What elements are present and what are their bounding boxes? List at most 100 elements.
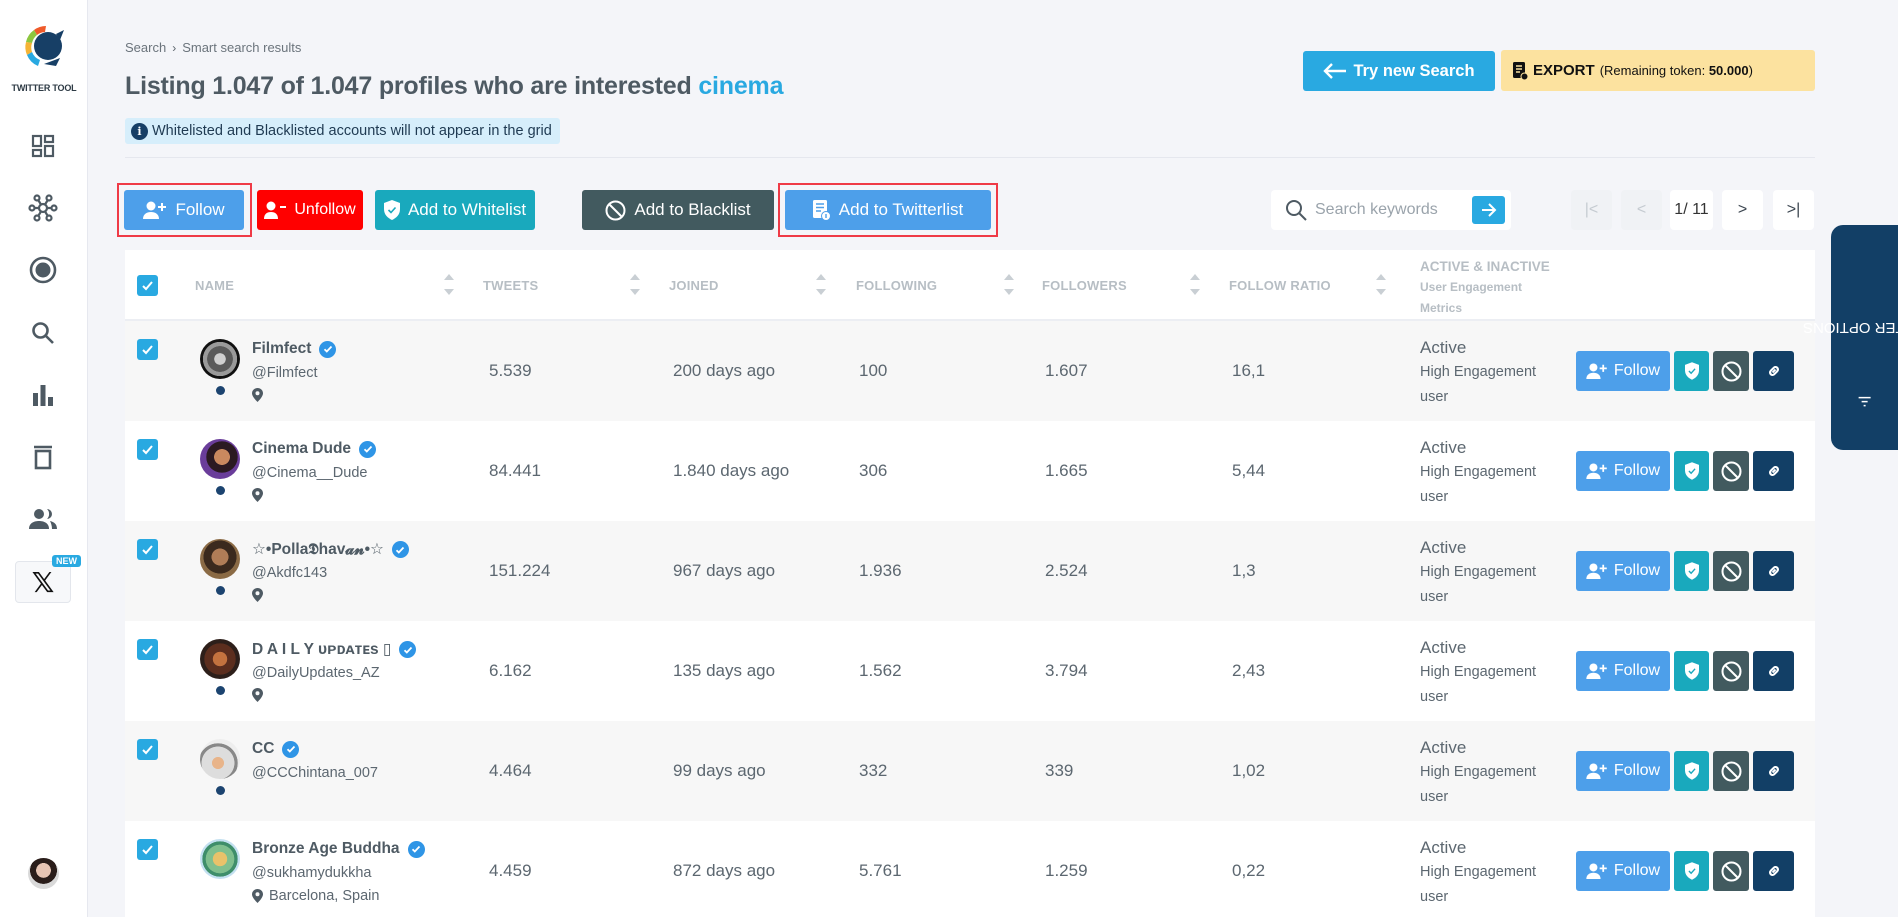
block-icon <box>1721 661 1741 681</box>
bulk-blacklist-button[interactable]: Add to Blacklist <box>582 190 774 230</box>
sort-followers-icon[interactable] <box>1189 272 1201 300</box>
profile-avatar[interactable] <box>200 839 240 879</box>
row-profile-link-button[interactable] <box>1753 651 1794 691</box>
cell-joined: 200 days ago <box>673 361 776 380</box>
row-follow-button[interactable]: Follow <box>1576 551 1670 591</box>
cell-joined: 99 days ago <box>673 761 766 780</box>
row-whitelist-button[interactable] <box>1674 551 1709 591</box>
profile-avatar[interactable] <box>200 339 240 379</box>
row-checkbox[interactable] <box>137 539 158 560</box>
try-new-search-button[interactable]: Try new Search <box>1303 51 1495 91</box>
check-icon <box>142 745 153 755</box>
col-followers: FOLLOWERS <box>1042 278 1127 293</box>
profile-handle[interactable]: @Filmfect <box>252 365 317 381</box>
export-button[interactable]: EXPORT (Remaining token: 50.000) <box>1501 50 1815 91</box>
row-whitelist-button[interactable] <box>1674 351 1709 391</box>
shield-check-icon <box>1684 762 1699 780</box>
col-name: NAME <box>195 278 235 293</box>
activity-status: Active <box>1420 538 1467 557</box>
row-follow-button[interactable]: Follow <box>1576 751 1670 791</box>
sidebar-item-search[interactable] <box>28 318 58 348</box>
row-checkbox[interactable] <box>137 439 158 460</box>
profile-handle[interactable]: @DailyUpdates_AZ <box>252 665 380 681</box>
col-following: FOLLOWING <box>856 278 938 293</box>
row-follow-button[interactable]: Follow <box>1576 651 1670 691</box>
sidebar-item-trash[interactable] <box>28 442 58 472</box>
row-whitelist-button[interactable] <box>1674 651 1709 691</box>
pagination-prev-button[interactable]: < <box>1621 190 1662 230</box>
bar-chart-icon <box>33 385 53 406</box>
block-icon <box>1721 861 1741 881</box>
row-profile-link-button[interactable] <box>1753 851 1794 891</box>
sidebar-item-analytics[interactable] <box>28 380 58 410</box>
search-keywords-input[interactable] <box>1315 201 1475 219</box>
select-all-checkbox[interactable] <box>137 275 158 296</box>
block-icon <box>1721 361 1741 381</box>
row-whitelist-button[interactable] <box>1674 751 1709 791</box>
row-follow-button[interactable]: Follow <box>1576 451 1670 491</box>
row-checkbox[interactable] <box>137 739 158 760</box>
sort-following-icon[interactable] <box>1003 272 1015 300</box>
sidebar-item-x[interactable]: 𝕏 <box>15 561 71 603</box>
profile-handle[interactable]: @Akdfc143 <box>252 565 327 581</box>
pagination-last-button[interactable]: >| <box>1773 190 1814 230</box>
profile-name[interactable]: CC <box>252 740 274 758</box>
profile-name[interactable]: Cinema Dude <box>252 440 351 458</box>
search-submit-button[interactable] <box>1472 196 1505 224</box>
breadcrumb-search[interactable]: Search <box>125 40 166 55</box>
row-blacklist-button[interactable] <box>1713 751 1749 791</box>
sidebar-item-record[interactable] <box>28 255 58 285</box>
table-row: Bronze Age Buddha @sukhamydukkha Barcelo… <box>125 821 1815 917</box>
sidebar-item-users[interactable] <box>28 504 58 534</box>
sidebar-item-network[interactable] <box>28 193 58 223</box>
filter-options-tab[interactable]: FILTER OPTIONS <box>1803 225 1898 450</box>
row-whitelist-button[interactable] <box>1674 851 1709 891</box>
sort-name-icon[interactable] <box>443 272 455 300</box>
table-row: CC @CCChintana_007 4.464 99 days ago 332… <box>125 721 1815 821</box>
app-logo-icon[interactable] <box>20 22 68 70</box>
profile-avatar[interactable] <box>200 439 240 479</box>
profile-handle[interactable]: @sukhamydukkha <box>252 865 372 881</box>
bulk-follow-button[interactable]: Follow <box>124 190 244 230</box>
bulk-whitelist-button[interactable]: Add to Whitelist <box>375 190 535 230</box>
row-checkbox[interactable] <box>137 639 158 660</box>
page-title-keyword: cinema <box>698 72 784 100</box>
row-profile-link-button[interactable] <box>1753 451 1794 491</box>
sidebar-item-dashboard[interactable] <box>28 131 58 161</box>
row-blacklist-button[interactable] <box>1713 451 1749 491</box>
profile-name[interactable]: D A I L Y ᴜᴘᴅᴀᴛᴇs ▯ <box>252 640 391 659</box>
profile-name[interactable]: Bronze Age Buddha <box>252 840 400 858</box>
profile-name[interactable]: ☆•Polla𝕯hav𝓪𝓷•☆ <box>252 540 384 559</box>
row-checkbox[interactable] <box>137 839 158 860</box>
user-avatar[interactable] <box>28 858 59 889</box>
pagination-first-button[interactable]: |< <box>1571 190 1612 230</box>
row-follow-button[interactable]: Follow <box>1576 851 1670 891</box>
row-whitelist-button[interactable] <box>1674 451 1709 491</box>
profile-avatar[interactable] <box>200 739 240 779</box>
sort-follow-ratio-icon[interactable] <box>1375 272 1387 300</box>
row-checkbox[interactable] <box>137 339 158 360</box>
location-pin-icon <box>252 889 263 903</box>
profile-handle[interactable]: @Cinema__Dude <box>252 465 367 481</box>
row-follow-button[interactable]: Follow <box>1576 351 1670 391</box>
profile-name[interactable]: Filmfect <box>252 340 311 358</box>
profile-avatar[interactable] <box>200 639 240 679</box>
cell-following: 332 <box>859 761 888 780</box>
bulk-unfollow-button[interactable]: Unfollow <box>257 190 363 230</box>
row-blacklist-button[interactable] <box>1713 651 1749 691</box>
sort-joined-icon[interactable] <box>815 272 827 300</box>
profile-avatar[interactable] <box>200 539 240 579</box>
row-blacklist-button[interactable] <box>1713 351 1749 391</box>
bulk-twitterlist-button[interactable]: Add to Twitterlist <box>785 190 991 230</box>
user-plus-icon <box>1586 763 1607 779</box>
row-blacklist-button[interactable] <box>1713 851 1749 891</box>
row-profile-link-button[interactable] <box>1753 751 1794 791</box>
row-profile-link-button[interactable] <box>1753 551 1794 591</box>
pagination-next-button[interactable]: > <box>1722 190 1763 230</box>
sort-tweets-icon[interactable] <box>629 272 641 300</box>
profile-location-text: Barcelona, Spain <box>269 888 380 904</box>
profile-handle[interactable]: @CCChintana_007 <box>252 765 378 781</box>
row-blacklist-button[interactable] <box>1713 551 1749 591</box>
profiles-table: NAME TWEETS JOINED FOLLOWING FOLLOWERS F… <box>125 250 1815 917</box>
row-profile-link-button[interactable] <box>1753 351 1794 391</box>
